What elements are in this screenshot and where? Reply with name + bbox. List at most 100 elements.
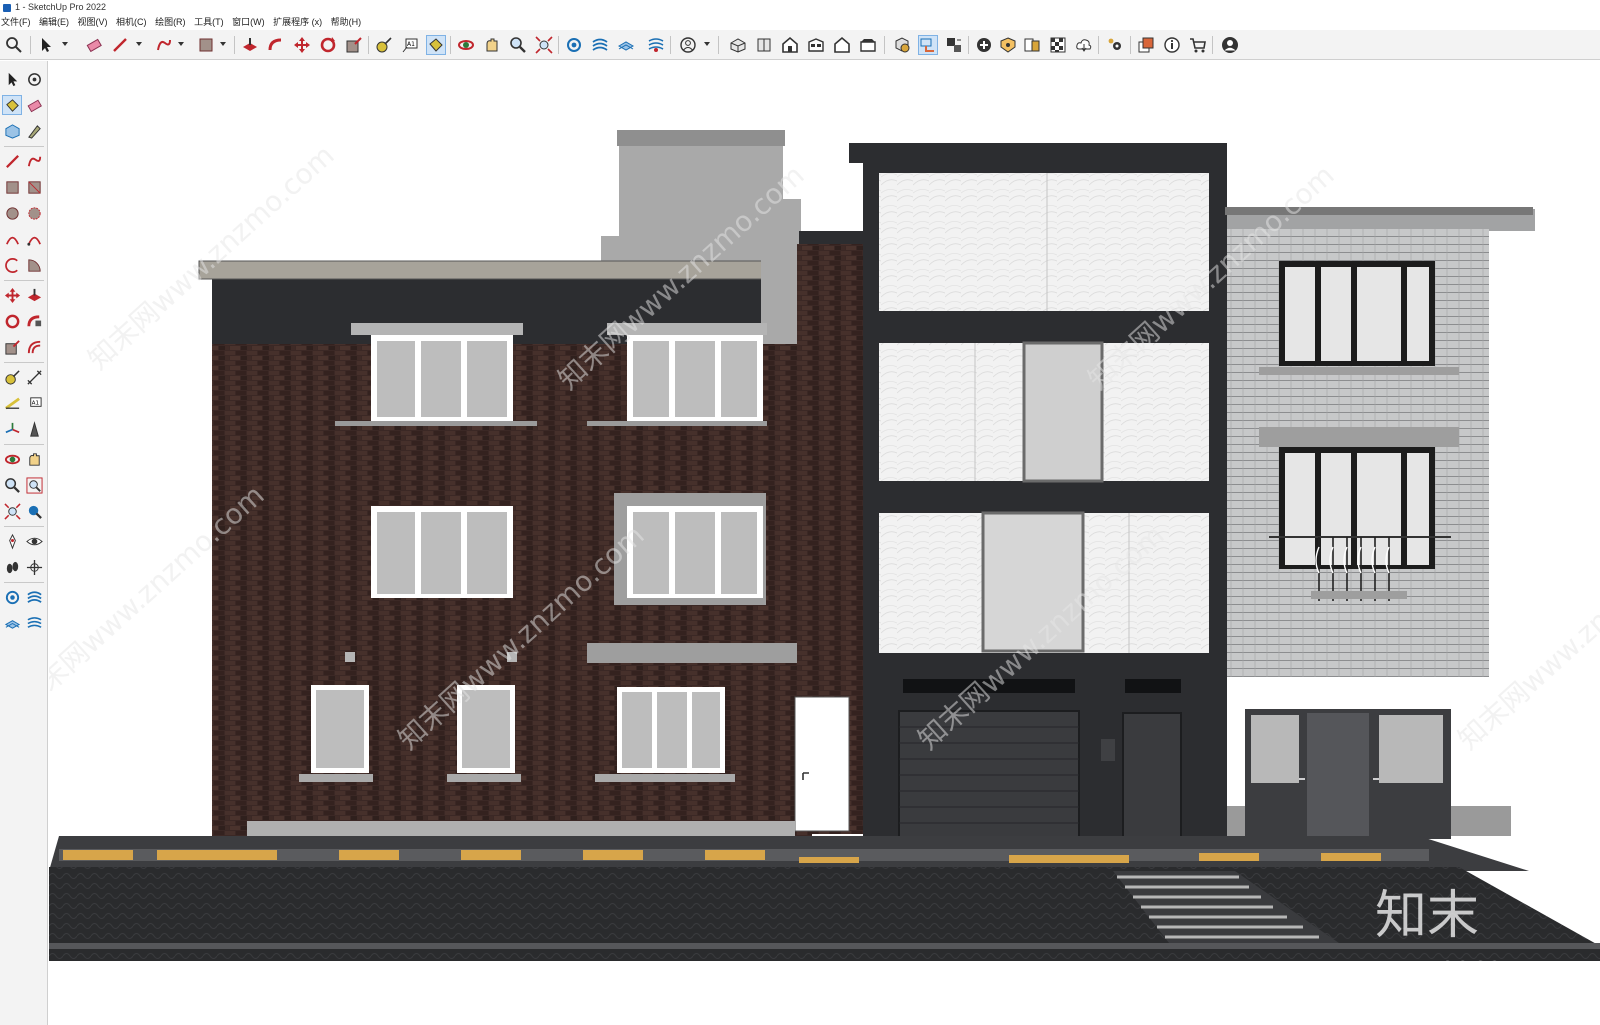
shape-dropdown-icon[interactable] (220, 42, 226, 46)
circle-tool-icon[interactable] (2, 203, 22, 223)
orbit-nav-icon[interactable] (2, 449, 22, 469)
push-pull-icon[interactable] (240, 35, 260, 55)
components-icon[interactable] (944, 35, 964, 55)
pencil-line-icon[interactable] (110, 35, 130, 55)
rectangle-icon[interactable] (196, 35, 216, 55)
menu-file[interactable]: 文件(F) (0, 14, 36, 30)
rotate-icon[interactable] (318, 35, 338, 55)
front-view-icon[interactable] (780, 35, 800, 55)
pie-tool-icon[interactable] (24, 255, 44, 275)
section-plane-icon[interactable] (24, 557, 44, 577)
model-viewport[interactable]: 知末网www.znzmo.com 知末网www.znzmo.com 知末网www… (49, 61, 1600, 1025)
dimension-tool-icon[interactable] (24, 367, 44, 387)
scale-icon[interactable] (344, 35, 364, 55)
warehouse-cart-icon[interactable] (1188, 35, 1208, 55)
profile-dropdown-icon[interactable] (704, 42, 710, 46)
rectangle-tool-icon[interactable] (2, 177, 22, 197)
tape-tool-icon[interactable] (24, 121, 44, 141)
orbit-tool-icon[interactable] (24, 69, 44, 89)
walk-icon[interactable] (2, 557, 22, 577)
arc-tool-icon[interactable] (2, 229, 22, 249)
zoom-extents-icon[interactable] (534, 35, 554, 55)
zoom-icon[interactable] (508, 35, 528, 55)
rotated-rect-tool-icon[interactable] (24, 177, 44, 197)
arc-dropdown-icon[interactable] (178, 42, 184, 46)
follow-me-icon[interactable] (266, 35, 286, 55)
component-tool-icon[interactable] (2, 121, 22, 141)
sandbox-smoove-icon[interactable] (590, 35, 610, 55)
pan-nav-icon[interactable] (24, 449, 44, 469)
styles-icon[interactable] (1022, 35, 1042, 55)
three-point-arc-tool-icon[interactable] (2, 255, 22, 275)
sandbox-stamp-icon[interactable] (616, 35, 636, 55)
cloud-icon[interactable] (1074, 35, 1094, 55)
zoom-nav-icon[interactable] (2, 475, 22, 495)
zoom-extents-nav-icon[interactable] (2, 501, 22, 521)
line-tool-icon[interactable] (2, 151, 22, 171)
checker-icon[interactable] (1048, 35, 1068, 55)
settings-icon[interactable] (1106, 35, 1126, 55)
protractor-tool-icon[interactable] (2, 393, 22, 413)
eraser-icon[interactable] (84, 35, 104, 55)
sandbox-icon[interactable] (564, 35, 584, 55)
menu-edit[interactable]: 编辑(E) (38, 14, 74, 30)
paint-bucket-tool-icon[interactable] (2, 95, 22, 115)
line-dropdown-icon[interactable] (136, 42, 142, 46)
menu-view[interactable]: 视图(V) (77, 14, 113, 30)
right-view-icon[interactable] (806, 35, 826, 55)
rotate-tool-icon[interactable] (2, 311, 22, 331)
3d-text-tool-icon[interactable] (24, 419, 44, 439)
left-view-icon[interactable] (858, 35, 878, 55)
menu-draw[interactable]: 绘图(R) (154, 14, 191, 30)
sandbox-smoove-tool-icon[interactable] (2, 613, 22, 633)
menu-window[interactable]: 窗口(W) (231, 14, 270, 30)
two-point-arc-tool-icon[interactable] (24, 229, 44, 249)
iso-view-icon[interactable] (728, 35, 748, 55)
solid-tools-icon[interactable] (892, 35, 912, 55)
freehand-tool-icon[interactable] (24, 151, 44, 171)
paint-bucket-icon[interactable] (426, 35, 446, 55)
profile-icon[interactable] (678, 35, 698, 55)
account-icon[interactable] (1220, 35, 1240, 55)
sandbox-scratch-icon[interactable] (24, 587, 44, 607)
push-pull-tool-icon[interactable] (24, 285, 44, 305)
scale-tool-icon[interactable] (2, 337, 22, 357)
sandbox-drape-icon[interactable] (646, 35, 666, 55)
pan-icon[interactable] (482, 35, 502, 55)
search-icon[interactable] (4, 35, 24, 55)
select-dropdown-icon[interactable] (62, 42, 68, 46)
sandbox-stamp-tool-icon[interactable] (24, 613, 44, 633)
select-tool-icon[interactable] (2, 69, 22, 89)
polygon-tool-icon[interactable] (24, 203, 44, 223)
menu-camera[interactable]: 相机(C) (115, 14, 152, 30)
offset-tool-icon[interactable] (24, 337, 44, 357)
outliner-icon[interactable] (918, 35, 938, 55)
menu-extensions[interactable]: 扩展程序 (x) (272, 14, 327, 30)
text-tool-icon[interactable]: A1 (24, 393, 44, 413)
previous-view-icon[interactable] (24, 501, 44, 521)
position-camera-icon[interactable] (2, 531, 22, 551)
select-arrow-icon[interactable] (36, 35, 56, 55)
layers-icon[interactable] (1136, 35, 1156, 55)
extension-add-icon[interactable] (974, 35, 994, 55)
zoom-window-icon[interactable] (24, 475, 44, 495)
section-icon[interactable] (998, 35, 1018, 55)
freehand-icon[interactable] (154, 35, 174, 55)
info-icon[interactable] (1162, 35, 1182, 55)
menu-tools[interactable]: 工具(T) (193, 14, 229, 30)
back-view-icon[interactable] (832, 35, 852, 55)
tape-measure-icon[interactable] (374, 35, 394, 55)
orbit-icon[interactable] (456, 35, 476, 55)
follow-me-tool-icon[interactable] (24, 311, 44, 331)
sandbox-contours-icon[interactable] (2, 587, 22, 607)
axes-tool-icon[interactable] (2, 419, 22, 439)
menu-help[interactable]: 帮助(H) (330, 14, 367, 30)
move-icon[interactable] (292, 35, 312, 55)
top-view-icon[interactable] (754, 35, 774, 55)
window-title: 1 - SketchUp Pro 2022 (15, 2, 107, 12)
tape-measure-tool-icon[interactable] (2, 367, 22, 387)
eraser-tool-icon[interactable] (24, 95, 44, 115)
look-around-icon[interactable] (24, 531, 44, 551)
move-tool-icon[interactable] (2, 285, 22, 305)
text-label-icon[interactable]: A1 (400, 35, 420, 55)
